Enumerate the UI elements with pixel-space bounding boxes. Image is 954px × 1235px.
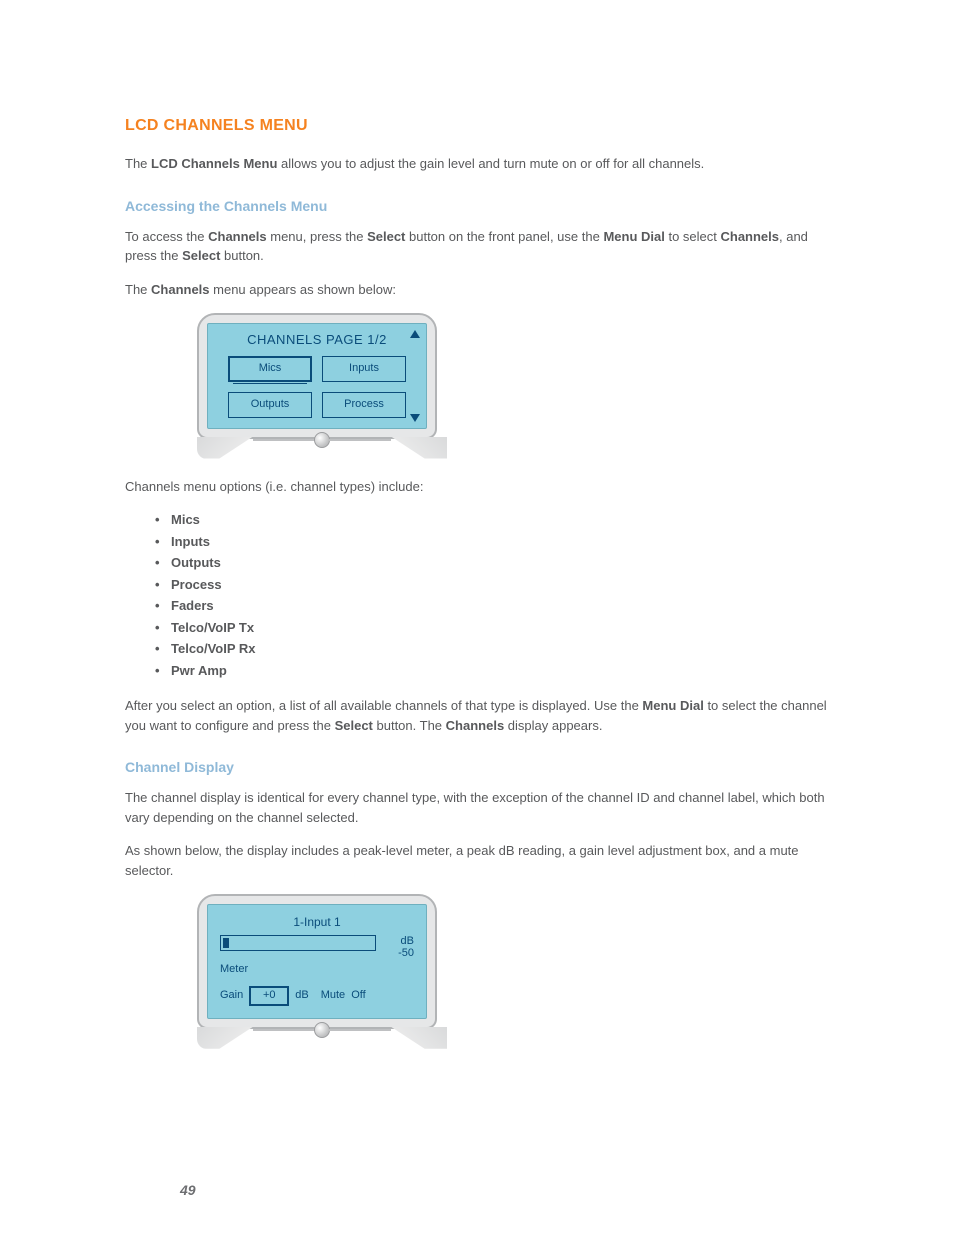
bold-term: Channels [208,229,267,244]
text: After you select an option, a list of al… [125,698,642,713]
lcd-base [197,1027,447,1049]
intro-paragraph: The LCD Channels Menu allows you to adju… [125,154,834,174]
lcd-option-inputs: Inputs [322,356,406,382]
gain-label: Gain [220,987,243,1004]
lcd-base-bar [253,1029,315,1031]
list-item: Process [171,575,834,595]
db-unit-label: dB [384,935,414,947]
scroll-down-icon [410,414,420,422]
list-item: Telco/VoIP Rx [171,639,834,659]
lcd-base-left [197,437,253,459]
bold-term: Select [182,248,220,263]
text: allows you to adjust the gain level and … [277,156,704,171]
section-heading-channel-display: Channel Display [125,757,834,778]
after-options-paragraph: After you select an option, a list of al… [125,696,834,735]
lcd-base [197,437,447,459]
lcd-option-process: Process [322,392,406,418]
gain-unit-label: dB [295,987,308,1004]
lcd-figure-channels-menu: CHANNELS PAGE 1/2 Mics Inputs Outputs Pr… [197,313,447,459]
lcd-screen: 1-Input 1 dB -50 Meter Gain +0 dB Mute O… [207,904,427,1019]
lcd-bezel: CHANNELS PAGE 1/2 Mics Inputs Outputs Pr… [197,313,437,439]
text: button. The [373,718,446,733]
text: button. [220,248,263,263]
page-number: 49 [180,1180,196,1201]
text: button on the front panel, use the [405,229,603,244]
lcd-base-left [197,1027,253,1049]
menu-dial-icon [314,1022,330,1038]
gain-value-box: +0 [249,986,289,1006]
mute-value: Off [351,987,365,1004]
bold-term: Menu Dial [603,229,664,244]
text: To access the [125,229,208,244]
text: display appears. [504,718,602,733]
lcd-screen: CHANNELS PAGE 1/2 Mics Inputs Outputs Pr… [207,323,427,429]
lcd-option-outputs: Outputs [228,392,312,418]
bold-term: Select [335,718,373,733]
options-intro: Channels menu options (i.e. channel type… [125,477,834,497]
lcd-title: CHANNELS PAGE 1/2 [218,330,416,350]
lcd-figure-channel-display: 1-Input 1 dB -50 Meter Gain +0 dB Mute O… [197,894,447,1049]
channel-id-label: 1-Input 1 [220,913,414,931]
peak-meter [220,935,376,951]
meter-fill [223,938,229,948]
db-peak-value: -50 [384,947,414,959]
lcd-base-right [391,437,447,459]
page-title: LCD CHANNELS MENU [125,114,834,138]
display-para-1: The channel display is identical for eve… [125,788,834,827]
access-para-1: To access the Channels menu, press the S… [125,227,834,266]
text: The [125,156,151,171]
bold-term: Menu Dial [642,698,703,713]
scroll-up-icon [410,330,420,338]
list-item: Inputs [171,532,834,552]
access-para-2: The Channels menu appears as shown below… [125,280,834,300]
text: to select [665,229,721,244]
bold-term: Select [367,229,405,244]
section-heading-accessing: Accessing the Channels Menu [125,196,834,217]
bold-term: Channels [720,229,779,244]
list-item: Faders [171,596,834,616]
lcd-base-bar [329,439,391,441]
text: menu, press the [267,229,367,244]
mute-label: Mute [321,987,345,1004]
lcd-base-right [391,1027,447,1049]
menu-dial-icon [314,432,330,448]
lcd-bezel: 1-Input 1 dB -50 Meter Gain +0 dB Mute O… [197,894,437,1029]
bold-term: LCD Channels Menu [151,156,277,171]
list-item: Mics [171,510,834,530]
bold-term: Channels [446,718,505,733]
channel-types-list: Mics Inputs Outputs Process Faders Telco… [125,510,834,680]
lcd-option-mics: Mics [228,356,312,382]
lcd-base-bar [329,1029,391,1031]
list-item: Pwr Amp [171,661,834,681]
text: The [125,282,151,297]
meter-label: Meter [220,961,414,978]
display-para-2: As shown below, the display includes a p… [125,841,834,880]
lcd-base-bar [253,439,315,441]
list-item: Outputs [171,553,834,573]
bold-term: Channels [151,282,210,297]
text: menu appears as shown below: [210,282,396,297]
list-item: Telco/VoIP Tx [171,618,834,638]
